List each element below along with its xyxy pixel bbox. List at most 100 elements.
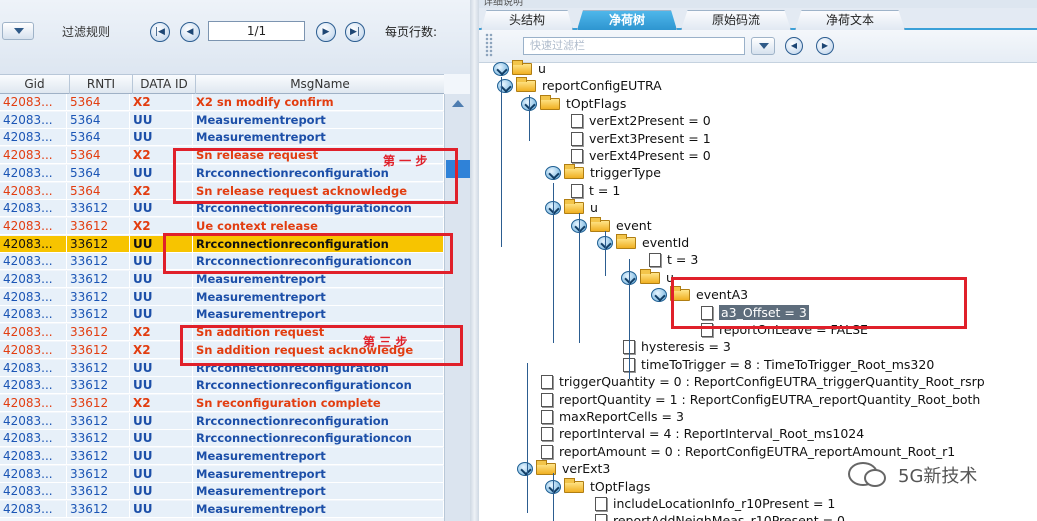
folder-icon [516, 77, 536, 93]
collapse-dropdown-icon[interactable] [2, 22, 34, 40]
folder-icon [540, 94, 560, 110]
cell-gid: 42083... [3, 94, 67, 111]
column-header-data-id[interactable]: DATA ID [133, 75, 196, 94]
tree-node-label: timeToTrigger = 8 : TimeToTrigger_Root_m… [641, 356, 935, 372]
table-row[interactable]: 42083... 33612 UU Measurementreport [0, 465, 444, 483]
quick-filter-input[interactable]: 快速过滤栏 [523, 37, 745, 55]
table-row[interactable]: 42083... 33612 UU Measurementreport [0, 501, 444, 519]
cell-msgname: Sn reconfiguration complete [196, 394, 444, 412]
tree-node-label: verExt4Present = 0 [589, 148, 711, 163]
tree-node[interactable]: includeLocationInfo_r10Present = 1 [595, 495, 835, 513]
cell-gid: 42083... [3, 253, 67, 271]
tree-node[interactable]: reportQuantity = 1 : ReportConfigEUTRA_r… [541, 391, 980, 409]
table-row[interactable]: 42083... 5364 X2 X2 sn modify confirm [0, 94, 444, 111]
table-row[interactable]: 42083... 33612 UU Rrcconnectionreconfigurat… [0, 430, 444, 448]
tab-payload-tree[interactable]: 净荷树 [577, 10, 677, 30]
first-page-icon[interactable]: |◀ [150, 22, 170, 42]
cell-data-id: UU [133, 430, 193, 448]
tree-node-label: maxReportCells = 3 [559, 409, 684, 424]
tree-node[interactable]: verExt3Present = 1 [571, 130, 711, 148]
expand-toggle-icon[interactable] [493, 62, 509, 76]
next-page-icon[interactable]: ▶ [316, 22, 336, 42]
scroll-up-icon[interactable] [448, 96, 468, 110]
prev-page-icon[interactable]: ◀ [180, 22, 200, 42]
tree-node[interactable]: reportAmount = 0 : ReportConfigEUTRA_rep… [541, 443, 955, 461]
filter-dropdown-icon[interactable] [751, 37, 775, 55]
cell-rnti: 33612 [70, 253, 130, 271]
next-match-icon[interactable]: ▶ [816, 37, 834, 55]
tree-node-label: tOptFlags [590, 478, 651, 494]
column-header-gid[interactable]: Gid [0, 75, 70, 94]
prev-match-icon[interactable]: ◀ [785, 37, 803, 55]
cell-rnti: 33612 [70, 288, 130, 306]
cell-rnti: 5364 [70, 111, 130, 129]
cell-gid: 42083... [3, 341, 67, 359]
tab-raw-stream[interactable]: 原始码流 [681, 10, 791, 30]
toolbar-grip-icon[interactable] [485, 33, 493, 57]
tree-connector-line [529, 95, 530, 141]
tree-node[interactable]: reportAddNeighMeas_r10Present = 0 [595, 512, 845, 521]
cell-data-id: UU [133, 412, 193, 430]
expand-toggle-icon[interactable] [497, 79, 513, 94]
tree-node[interactable]: hysteresis = 3 [623, 338, 731, 356]
cell-rnti: 33612 [70, 448, 130, 465]
folder-icon [590, 216, 610, 232]
tree-node[interactable]: maxReportCells = 3 [541, 408, 684, 426]
filter-rule-label[interactable]: 过滤规则 [62, 23, 110, 40]
tree-node[interactable]: verExt4Present = 0 [571, 147, 711, 165]
tree-node[interactable]: triggerType [545, 164, 661, 182]
tree-node[interactable]: verExt2Present = 0 [571, 112, 711, 130]
cell-msgname: Rrcconnectionreconfigurationcon [196, 430, 444, 448]
table-row[interactable]: 42083... 5364 UU Measurementreport [0, 129, 444, 147]
table-row[interactable]: 42083... 33612 UU Measurementreport [0, 448, 444, 465]
tree-node[interactable]: t = 3 [649, 251, 698, 269]
table-row[interactable]: 42083... 33612 UU Measurementreport [0, 483, 444, 501]
last-page-icon[interactable]: ▶| [345, 22, 365, 42]
cell-data-id: UU [133, 129, 193, 147]
document-icon [571, 131, 583, 146]
tree-node[interactable]: eventId [597, 234, 689, 252]
tree-node[interactable]: triggerQuantity = 0 : ReportConfigEUTRA_… [541, 373, 985, 391]
pane-splitter[interactable] [470, 0, 479, 521]
tab-payload-text[interactable]: 净荷文本 [795, 10, 905, 30]
column-header-rnti[interactable]: RNTI [70, 75, 133, 94]
tree-node[interactable]: t = 1 [571, 182, 620, 200]
page-indicator[interactable]: 1/1 [208, 21, 305, 41]
tree-node[interactable]: tOptFlags [545, 477, 651, 496]
cell-rnti: 33612 [70, 235, 130, 253]
table-row[interactable]: 42083... 33612 UU Rrcconnectionreconfigurat… [0, 412, 444, 430]
cell-gid: 42083... [3, 129, 67, 147]
tree-node[interactable]: event [571, 216, 652, 235]
cell-data-id: UU [133, 377, 193, 395]
tree-node[interactable]: timeToTrigger = 8 : TimeToTrigger_Root_m… [623, 356, 934, 374]
cell-rnti: 33612 [70, 306, 130, 324]
tree-node[interactable]: verExt3 [517, 460, 610, 478]
tree-node[interactable]: reportInterval = 4 : ReportInterval_Root… [541, 425, 864, 443]
tree-node[interactable]: tOptFlags [521, 94, 626, 113]
folder-icon [564, 477, 584, 493]
cell-rnti: 33612 [70, 324, 130, 342]
cell-msgname: Measurementreport [196, 483, 444, 501]
table-row[interactable]: 42083... 33612 UU Measurementreport [0, 288, 444, 306]
column-header-msgname[interactable]: MsgName [196, 75, 444, 94]
tab-header-structure[interactable]: 头结构 [481, 10, 573, 30]
cell-gid: 42083... [3, 271, 67, 288]
tree-node-label: u [538, 61, 546, 76]
expand-toggle-icon[interactable] [545, 166, 561, 181]
tree-connector-line [579, 213, 580, 343]
expand-toggle-icon[interactable] [651, 288, 667, 303]
table-row[interactable]: 42083... 33612 UU Rrcconnectionreconfigurat… [0, 377, 444, 395]
expand-toggle-icon[interactable] [517, 462, 533, 477]
document-icon [541, 427, 553, 442]
table-row[interactable]: 42083... 5364 UU Measurementreport [0, 111, 444, 129]
cell-rnti: 33612 [70, 394, 130, 412]
tree-node-label: reportQuantity = 1 : ReportConfigEUTRA_r… [559, 391, 981, 407]
cell-rnti: 33612 [70, 359, 130, 377]
table-row[interactable]: 42083... 33612 UU Measurementreport [0, 306, 444, 324]
tree-node-label: triggerQuantity = 0 : ReportConfigEUTRA_… [559, 374, 985, 390]
tree-node[interactable]: u [493, 60, 546, 78]
tree-connector-line [553, 183, 554, 343]
tree-node[interactable]: reportConfigEUTRA [497, 77, 662, 95]
table-row[interactable]: 42083... 33612 X2 Sn reconfiguration comple… [0, 394, 444, 412]
cell-data-id: UU [133, 501, 193, 519]
